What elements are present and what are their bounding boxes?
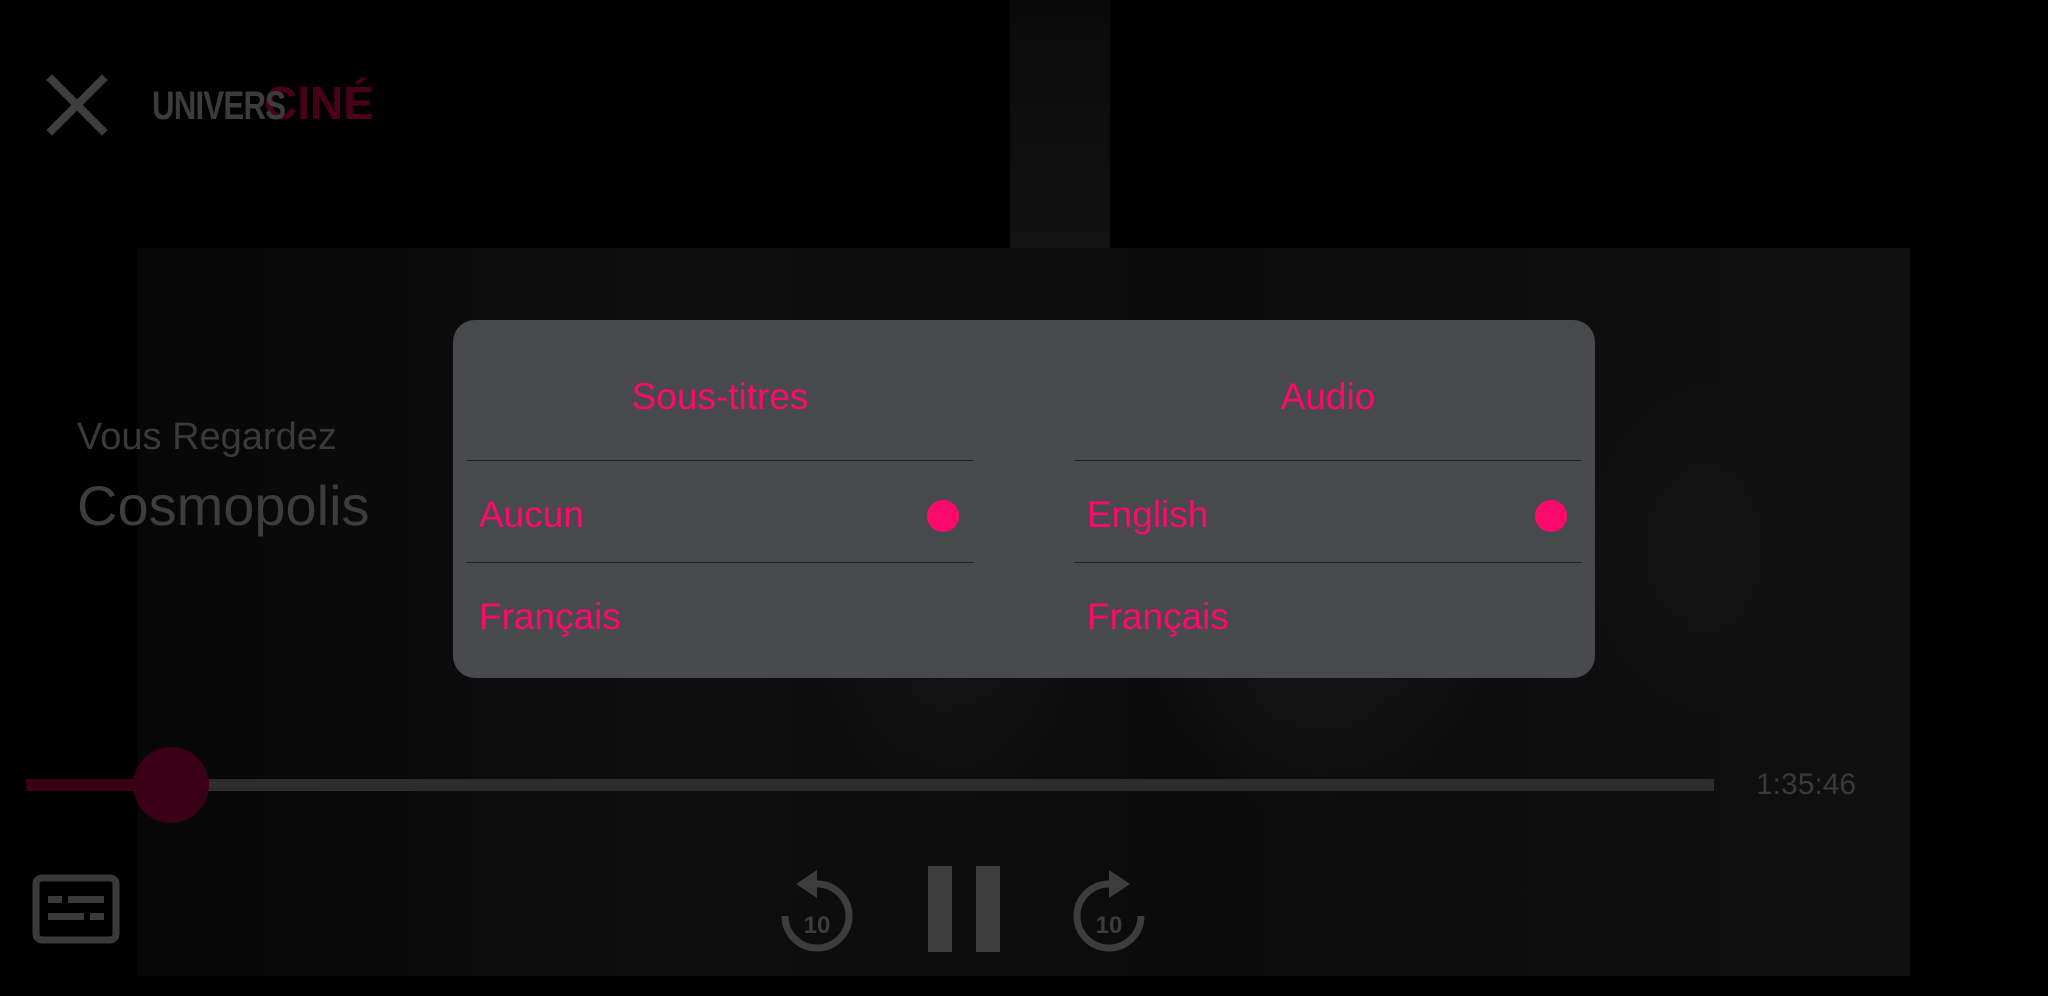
option-label: Français <box>1087 596 1229 637</box>
option-label: English <box>1087 494 1209 535</box>
subtitles-button[interactable] <box>32 874 120 944</box>
option-label: Français <box>479 596 621 637</box>
subtitles-heading: Sous-titres <box>631 376 809 417</box>
close-icon <box>46 74 108 136</box>
forward-seconds: 10 <box>1095 912 1123 939</box>
total-time: 1:35:46 <box>1756 768 1857 801</box>
rewind-seconds: 10 <box>803 912 831 939</box>
brand-logo: UNIVERS CINÉ <box>152 76 374 126</box>
option-label: Aucun <box>479 494 584 535</box>
close-button[interactable] <box>44 72 110 138</box>
video-player-screen: UNIVERS CINÉ Vous Regardez Cosmopolis 1:… <box>0 0 2048 996</box>
subtitles-column: Sous-titres Aucun Français <box>466 320 974 678</box>
pause-button[interactable] <box>928 866 1000 952</box>
subtitles-icon <box>32 874 120 944</box>
audio-heading: Audio <box>1280 376 1376 417</box>
subtitle-option-none[interactable]: Aucun <box>466 462 974 562</box>
selected-indicator <box>927 500 959 532</box>
audio-column: Audio English Français <box>1074 320 1582 678</box>
video-frame-strip <box>1010 0 1110 248</box>
progress-thumb[interactable] <box>133 747 210 823</box>
pause-icon <box>928 866 1000 952</box>
now-playing-title: Cosmopolis <box>77 474 370 537</box>
language-dialog: Sous-titres Aucun Français Audio English… <box>453 320 1595 678</box>
divider <box>466 460 974 461</box>
audio-option-english[interactable]: English <box>1074 462 1582 562</box>
audio-option-french[interactable]: Français <box>1074 564 1582 664</box>
divider <box>466 562 974 563</box>
forward-button[interactable]: 10 <box>1066 864 1152 960</box>
divider <box>1074 460 1582 461</box>
selected-indicator <box>1535 500 1567 532</box>
progress-track[interactable] <box>26 779 1714 791</box>
brand-logo-part1: UNIVERS <box>152 84 286 128</box>
rewind-button[interactable]: 10 <box>774 864 860 960</box>
now-playing-label: Vous Regardez <box>77 416 337 458</box>
subtitle-option-french[interactable]: Français <box>466 564 974 664</box>
divider <box>1074 562 1582 563</box>
